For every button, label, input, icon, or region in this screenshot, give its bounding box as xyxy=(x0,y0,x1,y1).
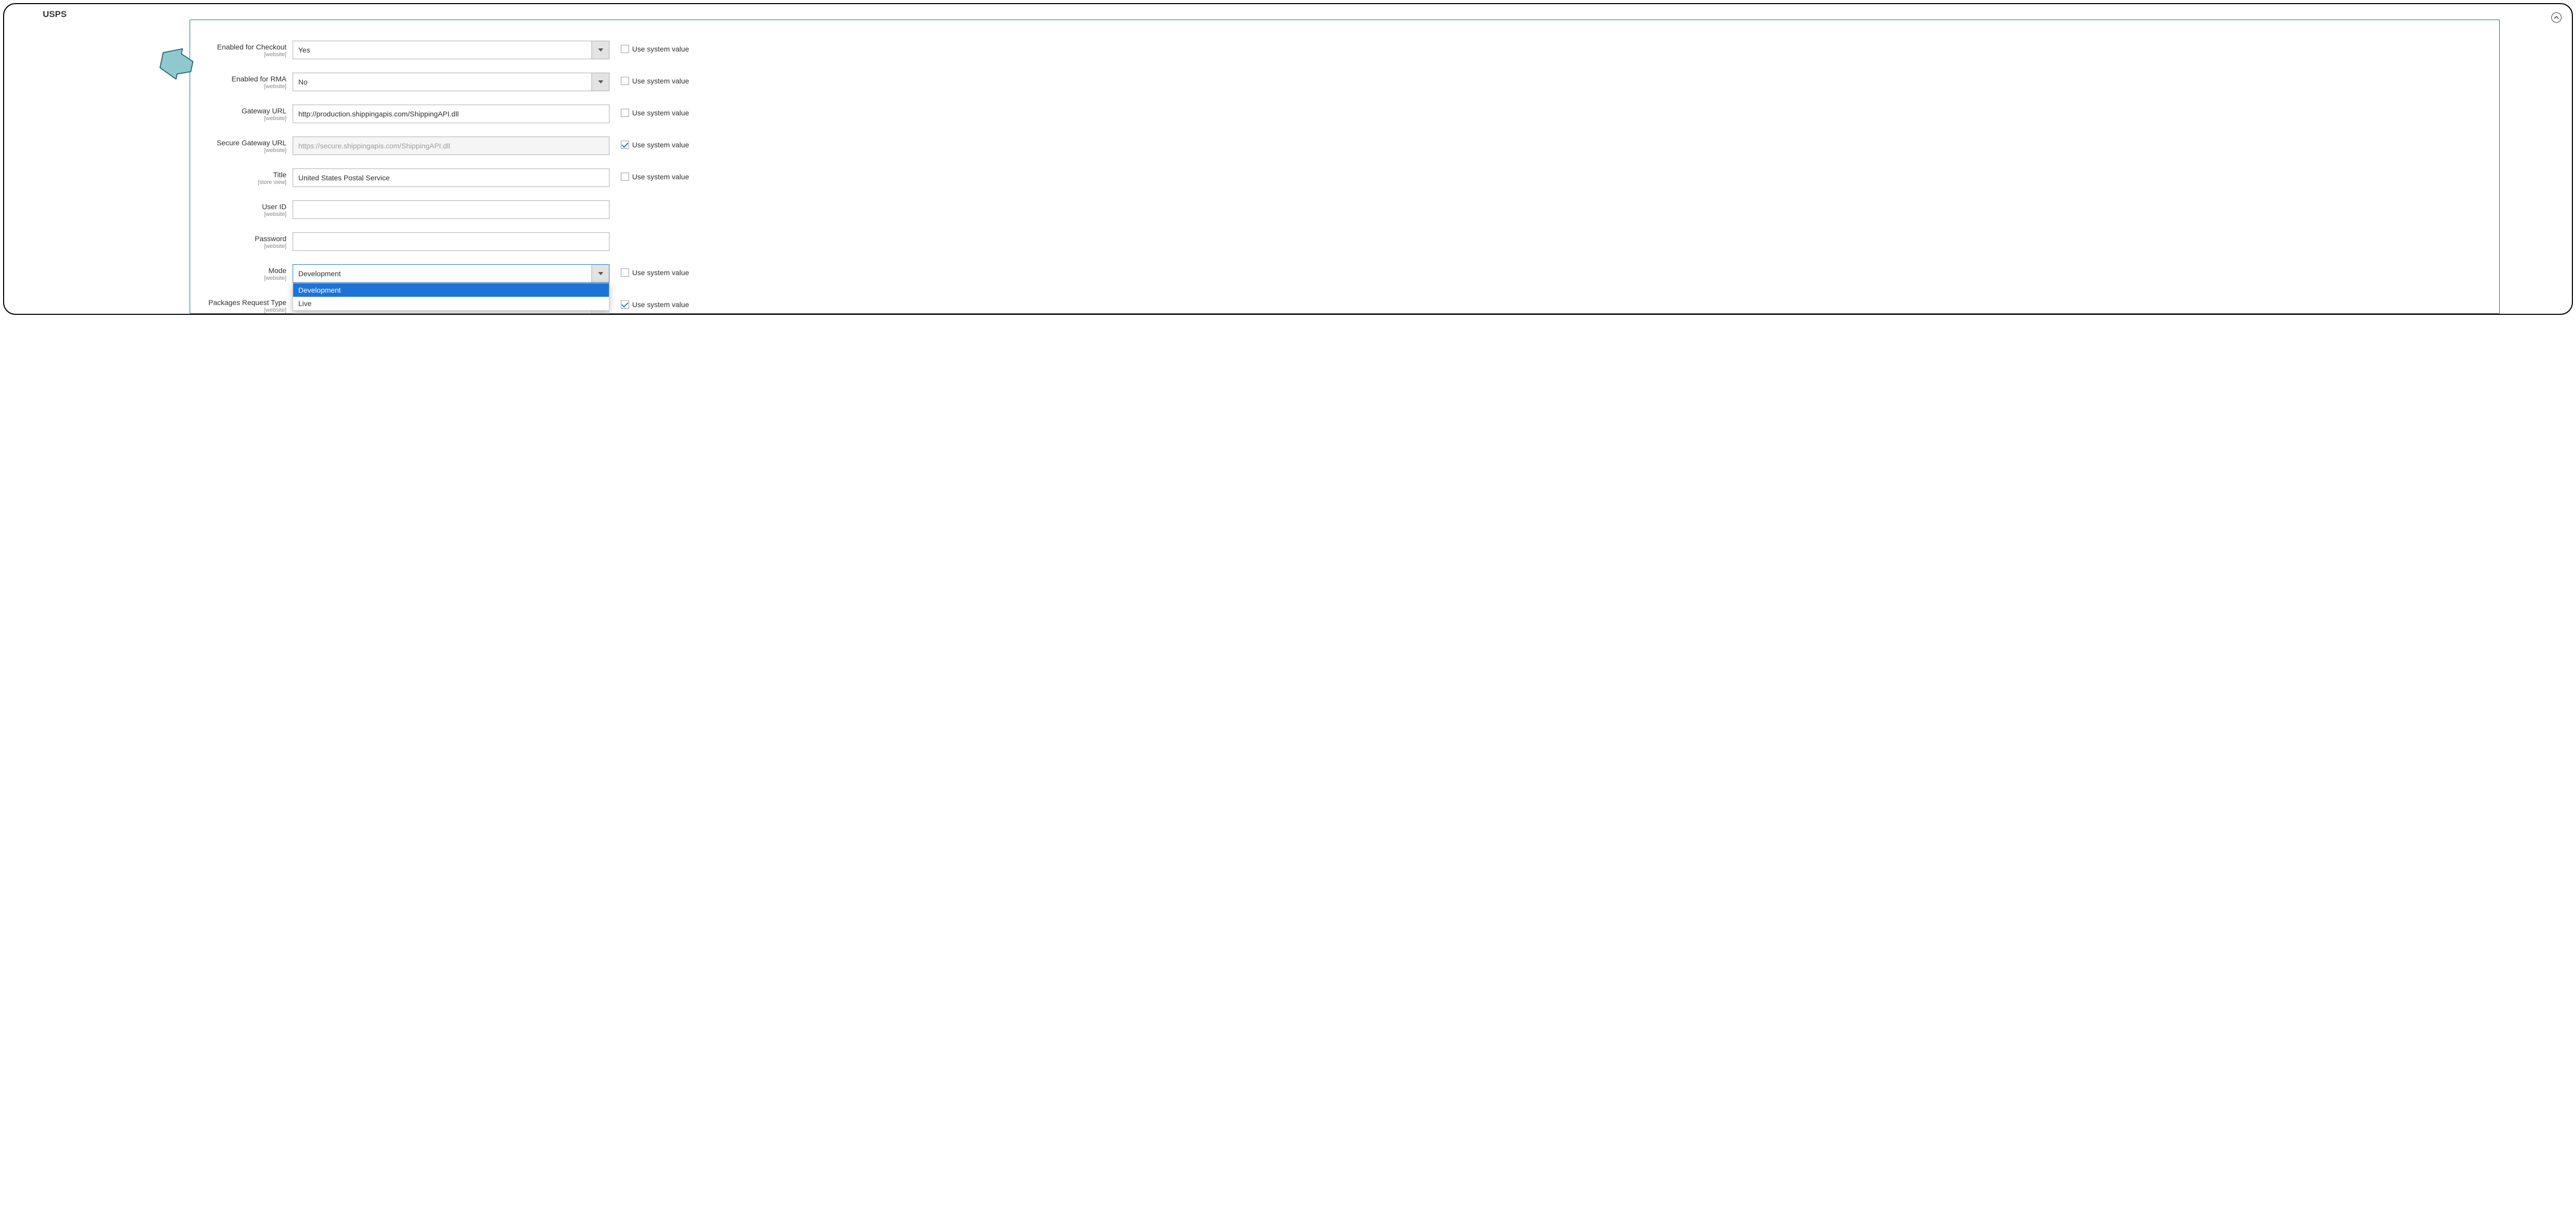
row-secure-gateway: Secure Gateway URL [website] Use system … xyxy=(202,137,2487,157)
mode-option-live[interactable]: Live xyxy=(293,297,609,310)
sys-label: Use system value xyxy=(632,300,689,309)
select-mode[interactable]: Development xyxy=(293,264,609,283)
checkbox-sys-enabled-checkout[interactable] xyxy=(621,45,629,53)
label-secure-gateway: Secure Gateway URL xyxy=(202,139,286,147)
label-enabled-checkout: Enabled for Checkout xyxy=(202,43,286,52)
input-gateway-url[interactable] xyxy=(293,105,609,123)
checkbox-sys-packages-request[interactable] xyxy=(621,300,629,309)
row-enabled-rma: Enabled for RMA [website] No Use system … xyxy=(202,73,2487,93)
config-panel: Enabled for Checkout [website] Yes Use s… xyxy=(190,20,2500,314)
section-title: USPS xyxy=(43,9,66,20)
scope-label: [store view] xyxy=(202,179,286,186)
scope-label: [website] xyxy=(202,211,286,218)
label-user-id: User ID xyxy=(202,202,286,211)
chevron-down-icon xyxy=(591,73,609,91)
row-user-id: User ID [website] xyxy=(202,200,2487,221)
row-mode: Mode [website] Development Development L… xyxy=(202,264,2487,285)
chevron-up-icon xyxy=(2554,15,2559,20)
scope-label: [website] xyxy=(202,275,286,282)
mode-option-development[interactable]: Development xyxy=(293,283,609,297)
sys-label: Use system value xyxy=(632,141,689,149)
sys-label: Use system value xyxy=(632,173,689,181)
scope-label: [website] xyxy=(202,147,286,154)
sys-label: Use system value xyxy=(632,109,689,117)
checkbox-sys-gateway-url[interactable] xyxy=(621,109,629,117)
chevron-down-icon xyxy=(591,265,609,282)
label-packages-request: Packages Request Type xyxy=(202,298,286,307)
mode-dropdown: Development Live xyxy=(293,283,609,311)
scope-label: [website] xyxy=(202,52,286,58)
sys-label: Use system value xyxy=(632,77,689,85)
select-enabled-checkout[interactable]: Yes xyxy=(293,41,609,59)
scope-label: [website] xyxy=(202,115,286,122)
row-enabled-checkout: Enabled for Checkout [website] Yes Use s… xyxy=(202,41,2487,61)
checkbox-sys-title[interactable] xyxy=(621,173,629,181)
input-secure-gateway xyxy=(293,137,609,155)
scope-label: [website] xyxy=(202,83,286,90)
scope-label: [website] xyxy=(202,243,286,250)
label-enabled-rma: Enabled for RMA xyxy=(202,75,286,83)
input-password[interactable] xyxy=(293,232,609,251)
collapse-toggle[interactable] xyxy=(2551,12,2562,23)
tutorial-arrow-icon xyxy=(156,43,197,86)
checkbox-sys-mode[interactable] xyxy=(621,268,629,277)
chevron-down-icon xyxy=(591,41,609,59)
row-password: Password [website] xyxy=(202,232,2487,253)
checkbox-sys-enabled-rma[interactable] xyxy=(621,77,629,85)
label-mode: Mode xyxy=(202,266,286,275)
input-user-id[interactable] xyxy=(293,200,609,219)
label-password: Password xyxy=(202,234,286,243)
scope-label: [website] xyxy=(202,307,286,314)
label-gateway-url: Gateway URL xyxy=(202,107,286,115)
sys-label: Use system value xyxy=(632,268,689,277)
row-gateway-url: Gateway URL [website] Use system value xyxy=(202,105,2487,125)
usps-section-container: USPS Enabled for Checkout [website] Yes xyxy=(3,3,2573,315)
row-title: Title [store view] Use system value xyxy=(202,168,2487,189)
select-enabled-rma[interactable]: No xyxy=(293,73,609,91)
checkbox-sys-secure-gateway[interactable] xyxy=(621,141,629,149)
label-title: Title xyxy=(202,171,286,179)
input-title[interactable] xyxy=(293,168,609,187)
sys-label: Use system value xyxy=(632,45,689,53)
